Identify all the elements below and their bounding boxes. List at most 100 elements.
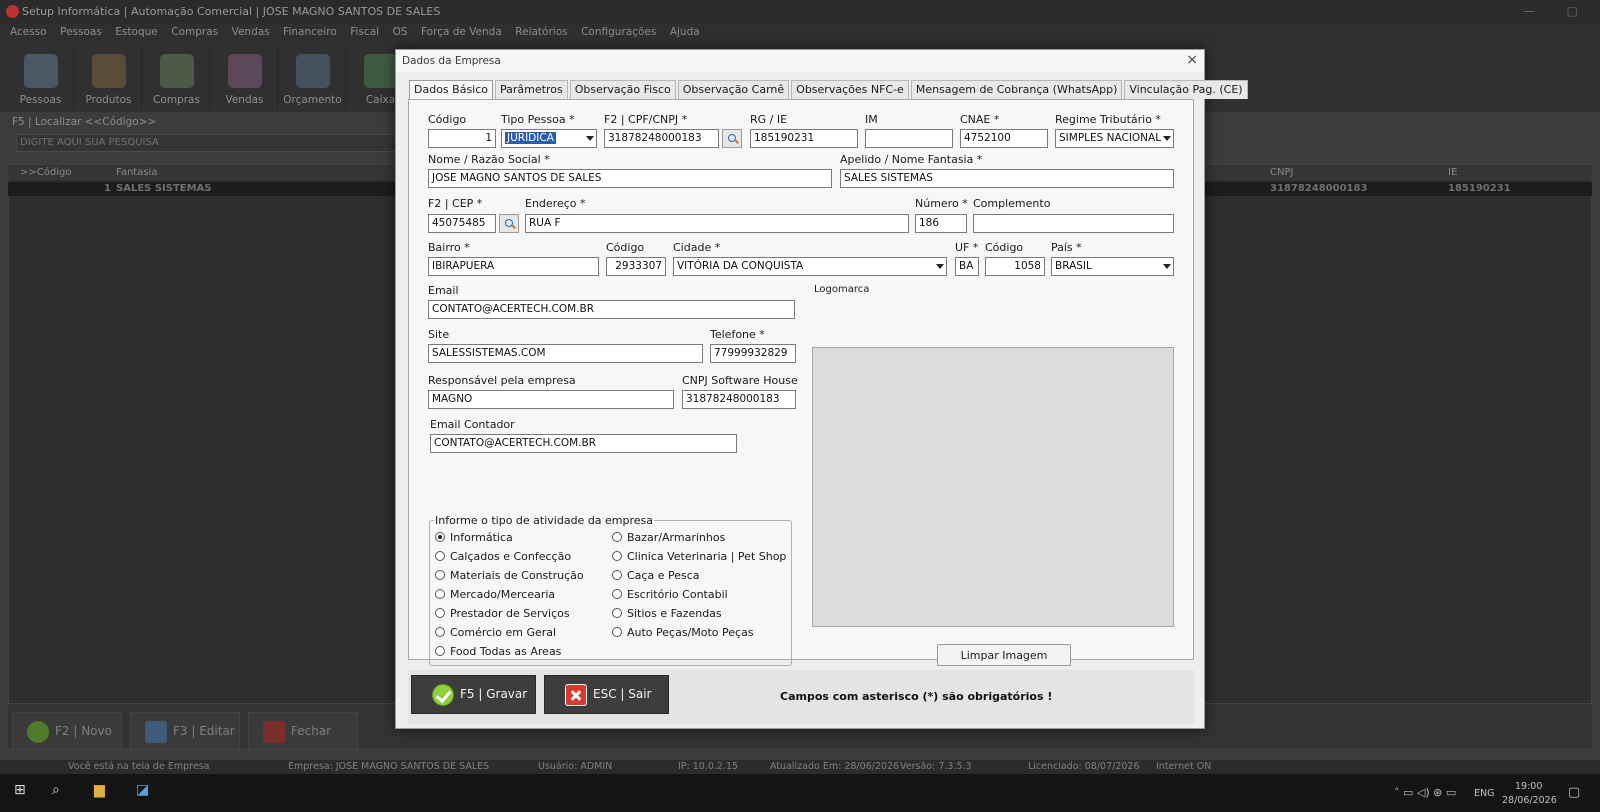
toolbar-produtos-button[interactable]: Produtos [76,46,142,110]
activity-option-calcados[interactable]: Calçados e Confecção [435,550,571,563]
tab-mensagem-cobranca[interactable]: Mensagem de Cobrança (WhatsApp) [910,80,1123,99]
exit-button[interactable]: ESC | Sair [544,675,669,714]
numero-field[interactable]: 186 [915,214,967,233]
save-button[interactable]: F5 | Gravar [411,675,536,714]
search-cnpj-icon[interactable] [722,129,742,148]
cidade-select[interactable]: VITÓRIA DA CONQUISTA [673,257,947,276]
menu-os[interactable]: OS [383,24,408,38]
im-field[interactable] [865,129,953,148]
radio-icon [435,608,445,618]
cep-label: F2 | CEP * [428,197,483,210]
cep-field[interactable]: 45075485 [428,214,496,233]
dialog-title: Dados da Empresa [402,55,501,67]
clock-date[interactable]: 28/06/2026 [1502,795,1557,806]
activity-option-comercio[interactable]: Comércio em Geral [435,626,556,639]
toolbar-vendas-button[interactable]: Vendas [212,46,278,110]
site-field[interactable]: SALESSISTEMAS.COM [428,344,703,363]
logo-image-box[interactable] [812,347,1174,627]
activity-option-auto-pecas[interactable]: Auto Peças/Moto Peças [612,626,754,639]
language-indicator[interactable]: ENG [1474,788,1494,799]
grid-header-fantasia[interactable]: Fantasia [116,167,157,178]
notification-icon[interactable]: ▢ [1568,785,1580,800]
email-contador-field[interactable]: CONTATO@ACERTECH.COM.BR [430,434,737,453]
toolbar-pessoas-button[interactable]: Pessoas [8,46,74,110]
required-fields-note: Campos com asterisco (*) são obrigatório… [780,690,1053,703]
menu-ajuda[interactable]: Ajuda [660,24,700,38]
close-icon[interactable]: × [1186,52,1198,68]
activity-option-materiais[interactable]: Materiais de Construção [435,569,584,582]
activity-option-food[interactable]: Food Todas as Areas [435,645,561,658]
regime-select[interactable]: SIMPLES NACIONAL [1055,129,1174,148]
tab-observacao-carne[interactable]: Observação Carnê [677,80,790,99]
fantasia-field[interactable]: SALES SISTEMAS [840,169,1174,188]
menu-estoque[interactable]: Estoque [105,24,157,38]
cod-pais-field[interactable]: 1058 [985,257,1045,276]
bairro-field[interactable]: IBIRAPUERA [428,257,599,276]
search-input[interactable]: DIGITE AQUI SUA PESQUISA [16,134,396,152]
menu-pessoas[interactable]: Pessoas [50,24,102,38]
activity-option-mercado[interactable]: Mercado/Mercearia [435,588,555,601]
company-data-dialog: Dados da Empresa × Dados Básico Parâmetro… [395,49,1248,729]
cod-cidade-field[interactable]: 2933307 [606,257,666,276]
activity-option-pet-shop[interactable]: Clinica Veterinaria | Pet Shop [612,550,786,563]
clock-time[interactable]: 19:00 [1515,781,1542,792]
new-button[interactable]: F2 | Novo [12,712,122,750]
cnae-field[interactable]: 4752100 [960,129,1048,148]
app-taskbar-icon[interactable]: ◪ [136,782,149,798]
tab-dados-basico[interactable]: Dados Básico [409,80,494,101]
activity-option-escritorio[interactable]: Escritório Contabil [612,588,728,601]
endereco-field[interactable]: RUA F [525,214,909,233]
tipo-pessoa-select[interactable]: JURÍDICA [501,129,597,148]
pais-select[interactable]: BRASIL [1051,257,1174,276]
codigo-field[interactable]: 1 [428,129,496,148]
grid-header-ie[interactable]: IE [1448,167,1457,178]
razao-field[interactable]: JOSE MAGNO SANTOS DE SALES [428,169,832,188]
menu-relatorios[interactable]: Relatórios [505,24,567,38]
file-explorer-icon[interactable]: ▆ [94,782,105,798]
search-icon[interactable]: ⌕ [52,782,60,798]
responsavel-field[interactable]: MAGNO [428,390,674,409]
activity-option-bazar[interactable]: Bazar/Armarinhos [612,531,725,544]
menu-vendas[interactable]: Vendas [222,24,270,38]
endereco-label: Endereço * [525,197,586,210]
search-cep-icon[interactable] [499,214,519,233]
edit-icon [145,721,167,743]
grid-header-codigo[interactable]: >>Código [20,167,71,178]
tab-observacao-fisco[interactable]: Observação Fisco [569,80,676,99]
edit-button[interactable]: F3 | Editar [130,712,240,750]
grid-header-cnpj[interactable]: CNPJ [1270,167,1293,178]
activity-option-prestador[interactable]: Prestador de Serviços [435,607,570,620]
tab-observacoes-nfce[interactable]: Observações NFC-e [791,80,909,99]
tab-vinculacao-pag[interactable]: Vinculação Pag. (CE) [1124,80,1248,99]
chevron-down-icon [1163,264,1171,269]
menu-forca-de-venda[interactable]: Força de Venda [411,24,502,38]
rg-ie-field[interactable]: 185190231 [750,129,858,148]
close-app-button[interactable]: Fechar [248,712,358,750]
menu-configuracoes[interactable]: Configurações [571,24,656,38]
close-icon [263,721,285,743]
clear-image-button[interactable]: Limpar Imagem [937,644,1071,666]
telefone-field[interactable]: 77999932829 [710,344,796,363]
tab-parametros[interactable]: Parâmetros [495,80,568,99]
menu-acesso[interactable]: Acesso [0,24,47,38]
uf-field[interactable]: BA [955,257,979,276]
status-tela: Você está na tela de Empresa [68,761,210,772]
cpf-cnpj-field[interactable]: 31878248000183 [604,129,719,148]
status-usuario: Usuário: ADMIN [538,761,613,772]
toolbar-orcamento-button[interactable]: Orçamento [280,46,346,110]
menu-compras[interactable]: Compras [161,24,218,38]
windows-start-icon[interactable]: ⊞ [14,782,26,798]
window-controls[interactable]: — ▢ [1523,4,1592,18]
activity-option-informatica[interactable]: Informática [435,531,513,544]
toolbar-compras-button[interactable]: Compras [144,46,210,110]
activity-option-caca-pesca[interactable]: Caça e Pesca [612,569,700,582]
menu-fiscal[interactable]: Fiscal [340,24,379,38]
activity-option-sitios[interactable]: Sitios e Fazendas [612,607,722,620]
tray-icons[interactable]: ˄ ▭ ◁) ⊛ ▭ [1394,786,1456,799]
radio-icon [612,627,622,637]
menu-financeiro[interactable]: Financeiro [273,24,337,38]
cnpj-software-house-field[interactable]: 31878248000183 [682,390,796,409]
email-field[interactable]: CONTATO@ACERTECH.COM.BR [428,300,795,319]
complemento-field[interactable] [973,214,1174,233]
telefone-label: Telefone * [710,328,765,341]
